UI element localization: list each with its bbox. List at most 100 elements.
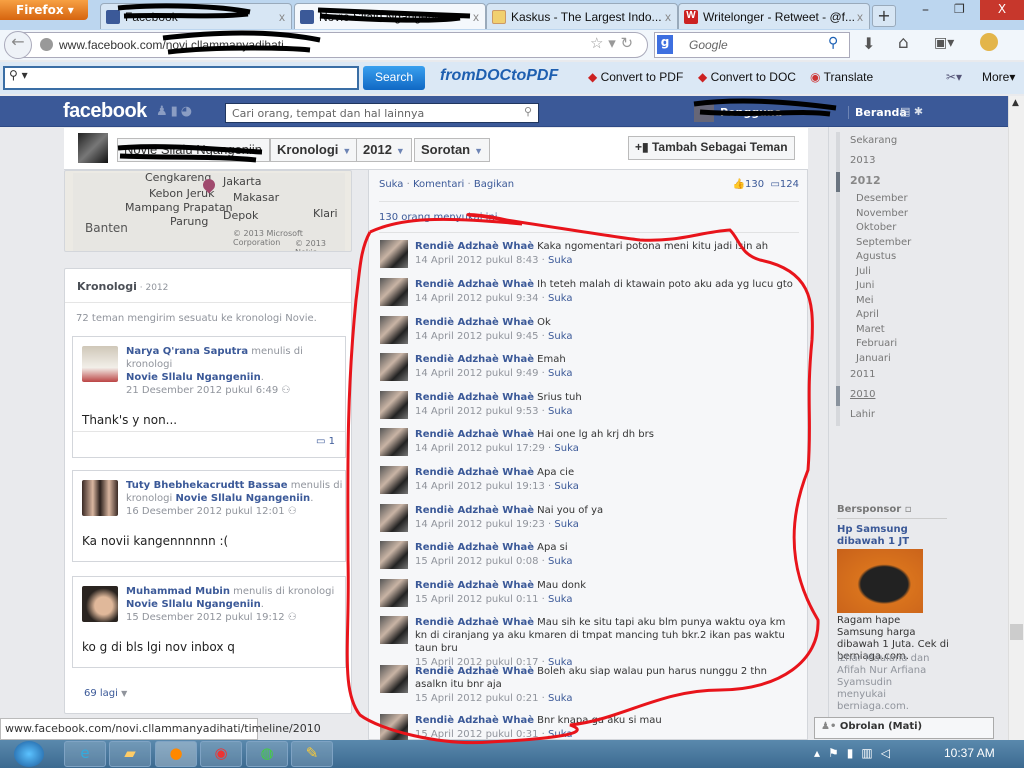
restore-button[interactable]: ❐ <box>954 2 965 16</box>
page-scrollbar[interactable]: ▲ <box>1008 96 1024 740</box>
close-window-button[interactable]: X <box>980 0 1024 20</box>
ad-image-phone[interactable] <box>837 549 923 613</box>
scrollbar-thumb[interactable] <box>1010 624 1023 640</box>
timeline-nav-item[interactable]: Maret <box>836 322 1006 337</box>
addon-monkey-icon[interactable] <box>980 33 998 51</box>
timeline-nav-item[interactable]: Januari <box>836 351 1006 366</box>
author-avatar[interactable] <box>82 586 118 622</box>
comment-time[interactable]: 14 April 2012 pukul 9:53 <box>415 406 539 417</box>
commenter-name[interactable]: Rendiè Adzhaè Whaè <box>415 467 534 478</box>
more-button[interactable]: More▾ <box>982 70 1015 84</box>
post-time[interactable]: 15 Desember 2012 pukul 19:12 <box>126 612 285 623</box>
timeline-nav-item[interactable]: November <box>836 206 1006 221</box>
commenter-name[interactable]: Rendiè Adzhaè Whaè <box>415 392 534 403</box>
commenter-name[interactable]: Rendiè Adzhaè Whaè <box>415 241 534 252</box>
comment-like-link[interactable]: Suka <box>548 406 572 417</box>
likes-summary-link[interactable]: 130 orang menyukai ini. <box>379 212 501 223</box>
google-icon[interactable]: g <box>657 35 673 54</box>
search-magnifier-icon[interactable]: ⚲ <box>828 35 838 51</box>
timeline-nav-item[interactable]: Juli <box>836 264 1006 279</box>
scroll-up-icon[interactable]: ▲ <box>1012 98 1019 108</box>
add-friend-button[interactable]: +▮ Tambah Sebagai Teman <box>628 136 795 160</box>
back-button[interactable]: ← <box>4 31 32 59</box>
audience-friends-icon[interactable]: ⚇ <box>281 385 290 396</box>
tab-4[interactable]: W Writelonger - Retweet - @f... x <box>678 3 870 29</box>
commenter-avatar[interactable] <box>380 391 408 419</box>
explorer-taskbar-icon[interactable]: ▰ <box>109 741 151 767</box>
comment-time[interactable]: 14 April 2012 pukul 9:49 <box>415 368 539 379</box>
close-tab-icon[interactable]: x <box>279 10 285 24</box>
commenter-name[interactable]: Rendiè Adzhaè Whaè <box>415 617 534 628</box>
audience-friends-icon[interactable]: ⚇ <box>288 506 297 517</box>
friend-requests-icon[interactable]: ♟▮◕ <box>156 104 195 119</box>
chat-bar[interactable]: ♟• Obrolan (Mati) <box>814 717 994 739</box>
user-avatar[interactable] <box>694 102 714 122</box>
comment-time[interactable]: 14 April 2012 pukul 9:45 <box>415 331 539 342</box>
close-tab-icon[interactable]: x <box>857 10 863 24</box>
commenter-name[interactable]: Rendiè Adzhaè Whaè <box>415 354 534 365</box>
see-more-link[interactable]: 69 lagi ▼ <box>84 688 127 699</box>
comment-time[interactable]: 15 April 2012 pukul 0:11 <box>415 594 539 605</box>
clock[interactable]: 10:37 AM <box>944 746 995 760</box>
minimize-button[interactable]: – <box>922 2 929 18</box>
comment-like-link[interactable]: Suka <box>548 556 572 567</box>
firefox-menu-button[interactable]: Firefox ▾ <box>0 0 88 20</box>
facebook-search-input[interactable]: Cari orang, tempat dan hal lainnya ⚲ <box>225 103 539 123</box>
comment-like-link[interactable]: Suka <box>548 729 572 740</box>
comment-like-link[interactable]: Suka <box>554 443 578 454</box>
comment-time[interactable]: 14 April 2012 pukul 19:13 <box>415 481 545 492</box>
post-time[interactable]: 16 Desember 2012 pukul 12:01 <box>126 506 285 517</box>
comment-like-link[interactable]: Suka <box>554 519 578 530</box>
timeline-nav-item[interactable]: 2011 <box>836 366 1006 386</box>
like-link[interactable]: Suka <box>379 179 403 190</box>
profile-picture[interactable] <box>78 133 108 163</box>
system-tray-icons[interactable]: ▴⚑▮▥◁ <box>814 746 898 760</box>
web-search-field[interactable]: Google <box>654 32 850 58</box>
commenter-name[interactable]: Rendiè Adzhaè Whaè <box>415 317 534 328</box>
comment-like-link[interactable]: Suka <box>548 594 572 605</box>
paint-taskbar-icon[interactable]: ✎ <box>291 741 333 767</box>
chrome-taskbar-icon[interactable]: ◉ <box>200 741 242 767</box>
commenter-avatar[interactable] <box>380 278 408 306</box>
home-link[interactable]: Beranda <box>848 106 907 119</box>
download-icon[interactable]: ⬇ <box>862 34 875 53</box>
commenter-avatar[interactable] <box>380 466 408 494</box>
comment-count[interactable]: 124 <box>780 179 799 190</box>
commenter-name[interactable]: Rendiè Adzhaè Whaè <box>415 429 534 440</box>
url-bar[interactable]: www.facebook.com/novi.cllammanyadihati <box>6 32 648 58</box>
commenter-avatar[interactable] <box>380 353 408 381</box>
facebook-logo[interactable]: facebook <box>63 100 147 123</box>
timeline-nav-item[interactable]: Desember <box>836 192 1006 207</box>
tab-1[interactable]: Facebook x <box>100 3 292 29</box>
commenter-avatar[interactable] <box>380 428 408 456</box>
comment-count[interactable]: ▭ 1 <box>73 431 345 451</box>
location-map[interactable]: Cengkareng Jakarta Kebon Jeruk Makasar M… <box>64 170 352 252</box>
commenter-name[interactable]: Rendiè Adzhaè Whaè <box>415 505 534 516</box>
ad-title-link[interactable]: Hp Samsung dibawah 1 JT <box>837 524 947 548</box>
timeline-nav-item[interactable]: 2012 <box>836 172 1006 192</box>
share-link[interactable]: Bagikan <box>474 179 514 190</box>
firefox-taskbar-icon[interactable]: ● <box>155 741 197 767</box>
like-count[interactable]: 130 <box>745 179 764 190</box>
timeline-nav-item[interactable]: Oktober <box>836 221 1006 236</box>
commenter-avatar[interactable] <box>380 616 408 644</box>
comment-time[interactable]: 14 April 2012 pukul 17:29 <box>415 443 545 454</box>
post-target[interactable]: Novie Sllalu Ngangeniin <box>175 493 310 504</box>
timeline-nav-item[interactable]: Mei <box>836 293 1006 308</box>
new-tab-button[interactable]: + <box>872 5 896 27</box>
user-name-link[interactable]: Pengguna <box>720 106 782 119</box>
author-avatar[interactable] <box>82 346 118 382</box>
comment-like-link[interactable]: Suka <box>548 293 572 304</box>
bookmark-star-icon[interactable]: ☆ ▾ ↻ <box>590 34 633 52</box>
toolbar-search-input[interactable]: ⚲ ▾ <box>3 66 359 90</box>
kronologi-dropdown[interactable]: Kronologi ▼ <box>270 138 359 162</box>
commenter-avatar[interactable] <box>380 316 408 344</box>
commenter-avatar[interactable] <box>380 579 408 607</box>
commenter-avatar[interactable] <box>380 714 408 742</box>
bookmarks-icon[interactable]: ▣▾ <box>934 35 954 51</box>
settings-icon[interactable]: ▤ ✱ <box>900 105 923 118</box>
tab-3[interactable]: Kaskus - The Largest Indo... x <box>486 3 678 29</box>
post-target[interactable]: Novie Sllalu Ngangeniin <box>126 372 261 383</box>
author-avatar[interactable] <box>82 480 118 516</box>
comment-time[interactable]: 15 April 2012 pukul 0:21 <box>415 693 539 704</box>
